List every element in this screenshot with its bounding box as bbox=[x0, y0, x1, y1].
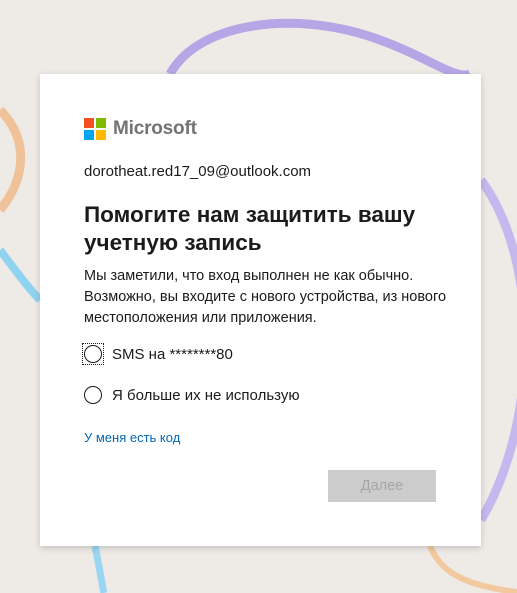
next-button[interactable]: Далее bbox=[328, 470, 436, 502]
signin-card: Microsoft dorotheat.red17_09@outlook.com… bbox=[40, 74, 481, 546]
no-longer-use-radio-wrap bbox=[83, 385, 103, 405]
have-code-link[interactable]: У меня есть код bbox=[84, 430, 180, 445]
page-title: Помогите нам защитить вашу учетную запис… bbox=[84, 202, 416, 255]
microsoft-logo: Microsoft bbox=[84, 118, 197, 140]
no-longer-use-radio[interactable] bbox=[84, 386, 102, 404]
sms-radio-focus bbox=[82, 343, 104, 365]
sms-option-label: SMS на ********80 bbox=[112, 345, 233, 363]
option-sms[interactable]: SMS на ********80 bbox=[82, 343, 233, 365]
option-no-longer-use[interactable]: Я больше их не использую bbox=[83, 385, 300, 405]
account-email: dorotheat.red17_09@outlook.com bbox=[84, 163, 312, 180]
logo-text: Microsoft bbox=[113, 118, 197, 139]
microsoft-logo-icon bbox=[84, 118, 106, 140]
no-longer-use-option-label: Я больше их не использую bbox=[112, 386, 300, 404]
page-description: Мы заметили, что вход выполнен не как об… bbox=[84, 268, 447, 326]
sms-radio[interactable] bbox=[84, 345, 102, 363]
